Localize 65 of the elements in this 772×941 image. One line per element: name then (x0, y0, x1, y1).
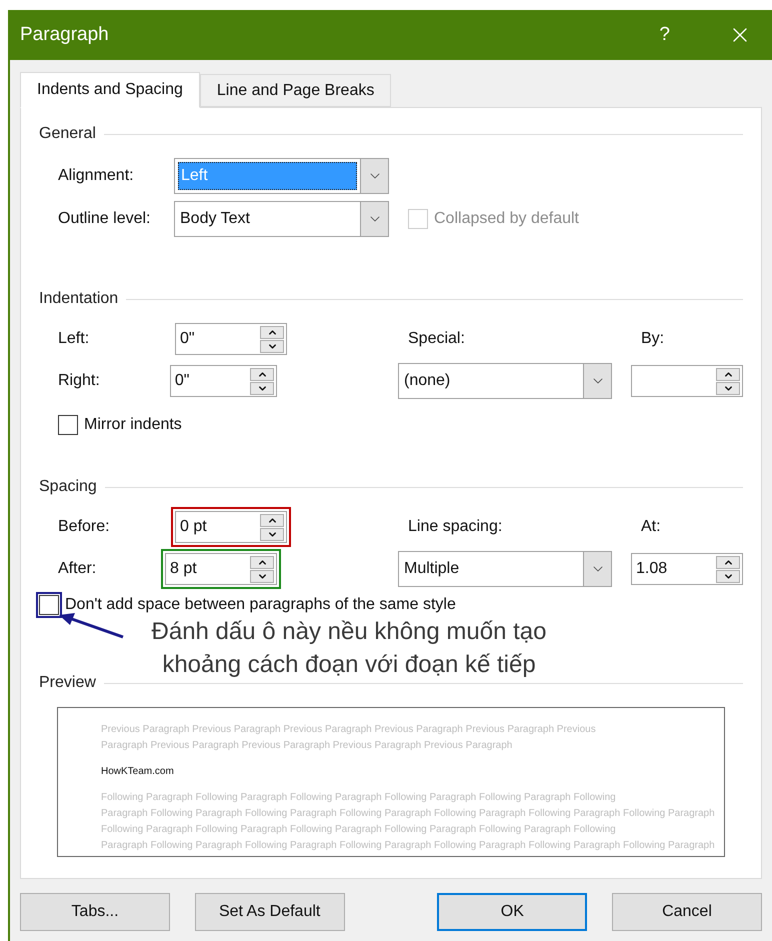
spin-field[interactable]: 0" (175, 323, 287, 355)
section-heading: Spacing (39, 477, 97, 497)
spin-field[interactable]: 1.08 (631, 553, 743, 585)
field-label: After: (58, 559, 98, 579)
checkbox-label: Mirror indents (84, 415, 182, 435)
spin-down-button[interactable] (716, 570, 740, 582)
field-value: 0" (174, 371, 190, 391)
spin-up-button[interactable] (716, 556, 740, 568)
annotation-text: khoảng cách đoạn với đoạn kế tiếp (162, 650, 536, 680)
field-label: Right: (58, 371, 101, 391)
section-heading: General (39, 124, 96, 144)
checkbox[interactable] (58, 415, 78, 435)
annotation-text: Đánh dấu ô này nều không muốn tạo (152, 617, 546, 647)
spin-down-button[interactable] (250, 570, 274, 582)
spin-field[interactable] (631, 365, 743, 397)
dropdown-value: Left (178, 162, 357, 190)
dropdown-field[interactable]: (none) (398, 363, 612, 399)
spin-field[interactable]: 8 pt (165, 553, 277, 585)
field-value: 0 pt (180, 517, 207, 537)
spin-up-button[interactable] (716, 368, 740, 380)
field-label: Before: (58, 517, 111, 537)
help-button[interactable]: ? (659, 20, 670, 50)
dropdown-field[interactable]: Multiple (398, 551, 612, 587)
field-label: By: (641, 329, 664, 349)
spin-down-button[interactable] (716, 382, 740, 394)
spin-up-button[interactable] (260, 514, 284, 526)
dropdown-value: Multiple (403, 559, 460, 579)
preview-text-line: Following Paragraph Following Paragraph Following Paragraph Following Paragraph Following Paragraph Following (101, 791, 616, 805)
section-heading: Indentation (39, 289, 118, 309)
spin-up-button[interactable] (250, 556, 274, 568)
tab[interactable]: Line and Page Breaks (200, 74, 392, 107)
checkbox-label: Don't add space between paragraphs of the same style (65, 595, 456, 615)
spin-up-button[interactable] (260, 326, 284, 338)
dropdown-value: Body Text (179, 209, 251, 229)
dropdown-field[interactable]: Body Text (174, 201, 389, 237)
field-value: 1.08 (636, 559, 668, 579)
spin-down-button[interactable] (250, 382, 274, 394)
tab[interactable]: Indents and Spacing (20, 72, 200, 108)
dialog-button[interactable]: Cancel (612, 893, 762, 931)
field-label: Special: (408, 329, 465, 349)
spin-field[interactable]: 0 pt (175, 511, 287, 543)
field-value: 8 pt (170, 559, 197, 579)
dialog-button[interactable]: Tabs... (20, 893, 170, 931)
dropdown-value: (none) (403, 371, 452, 391)
window-title: Paragraph (20, 22, 110, 47)
preview-text-line: Previous Paragraph Previous Paragraph Previous Paragraph Previous Paragraph Previous Paragraph Previous (101, 723, 596, 737)
field-value: 0" (180, 329, 195, 349)
preview-text-line: Paragraph Previous Paragraph Previous Paragraph Previous Paragraph Previous Paragraph (101, 739, 512, 753)
field-label: Line spacing: (408, 517, 502, 537)
preview-text-line: Paragraph Following Paragraph Following Paragraph Following Paragraph Following Paragraph Following Paragraph Following Paragraph (101, 807, 715, 821)
checkbox-label: Collapsed by default (434, 209, 579, 229)
field-label: Outline level: (58, 209, 152, 229)
spin-up-button[interactable] (250, 368, 274, 380)
field-label: Alignment: (58, 166, 135, 186)
dialog-button[interactable]: Set As Default (194, 893, 345, 931)
dialog-button[interactable]: OK (437, 893, 588, 931)
preview-sample-text: HowKTeam.com (101, 765, 174, 779)
spin-down-button[interactable] (260, 340, 284, 352)
section-heading: Preview (39, 673, 96, 693)
preview-text-line: Paragraph Following Paragraph Following Paragraph Following Paragraph Following Paragraph Following Paragraph Following Paragraph (101, 839, 715, 853)
field-label: At: (641, 517, 661, 537)
spin-down-button[interactable] (260, 528, 284, 540)
field-label: Left: (58, 329, 90, 349)
spin-field[interactable]: 0" (170, 365, 277, 397)
preview-text-line: Following Paragraph Following Paragraph Following Paragraph Following Paragraph Following Paragraph Following (101, 823, 616, 837)
